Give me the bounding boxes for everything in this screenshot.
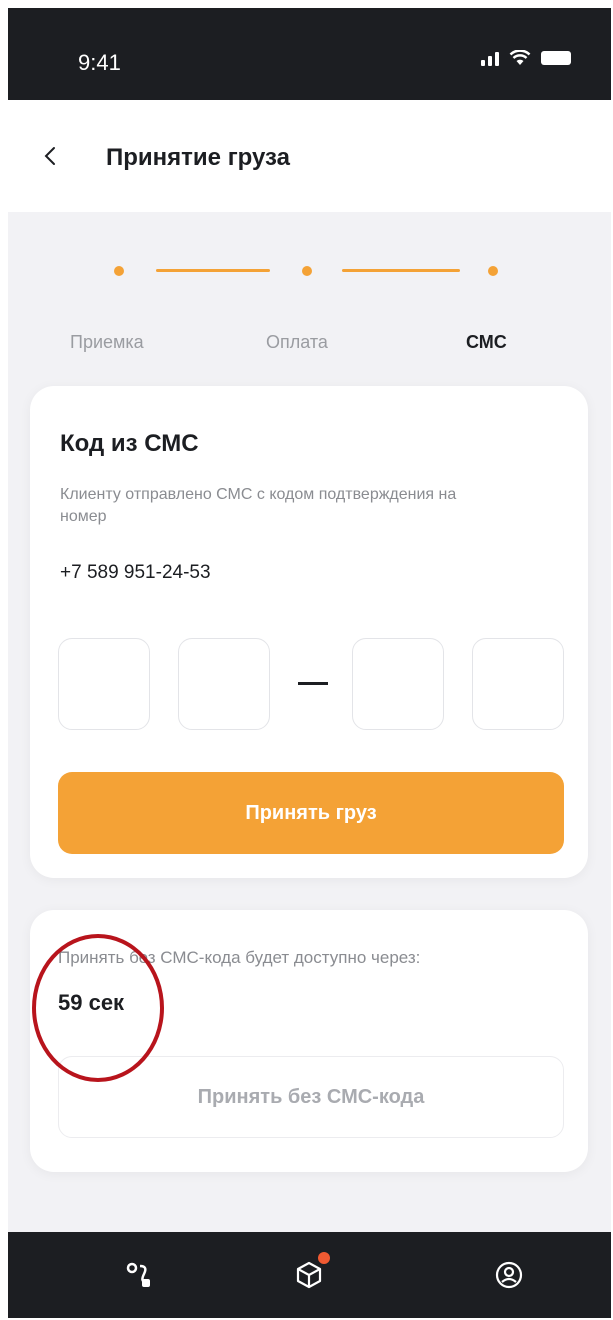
phone-number: +7 589 951-24-53 [60,562,211,583]
battery-icon [541,51,571,65]
nav-route[interactable] [114,1250,164,1300]
step-line [342,269,460,272]
chevron-left-icon [44,147,55,165]
signal-icon [481,50,499,66]
nav-packages[interactable] [284,1250,334,1300]
status-icons [481,50,571,66]
step-label-acceptance: Приемка [70,332,144,352]
header: Принятие груза [8,100,611,212]
package-icon [296,1261,322,1289]
code-separator [298,682,328,685]
step-dot [302,266,312,276]
status-bar: 9:41 [8,8,611,100]
bottom-nav [8,1232,611,1318]
sms-code-card: Код из СМС Клиенту отправлено СМС с кодо… [30,386,588,878]
notification-badge [318,1252,330,1264]
wifi-icon [509,50,531,65]
back-button[interactable] [30,136,70,176]
card-description: Клиенту отправлено СМС с кодом подтвержд… [60,486,457,525]
step-dot [488,266,498,276]
step-dot [114,266,124,276]
nav-profile[interactable] [484,1250,534,1300]
page-title: Принятие груза [106,144,291,171]
profile-icon [495,1261,523,1289]
code-digit-input[interactable] [178,638,270,730]
annotation-circle [32,934,164,1082]
code-digit-input[interactable] [472,638,564,730]
stepper: Приемка Оплата СМС [8,258,611,358]
accept-cargo-button[interactable]: Принять груз [58,772,564,854]
code-digit-input[interactable] [58,638,150,730]
app-screen: 9:41 Принятие груза Приемка Оплата СМС К… [8,8,611,1318]
step-label-sms: СМС [466,332,507,352]
step-line [156,269,270,272]
route-icon [126,1262,150,1287]
code-digit-input[interactable] [352,638,444,730]
card-title: Код из СМС [60,430,199,457]
step-label-payment: Оплата [266,332,328,352]
status-time: 9:41 [78,50,121,75]
